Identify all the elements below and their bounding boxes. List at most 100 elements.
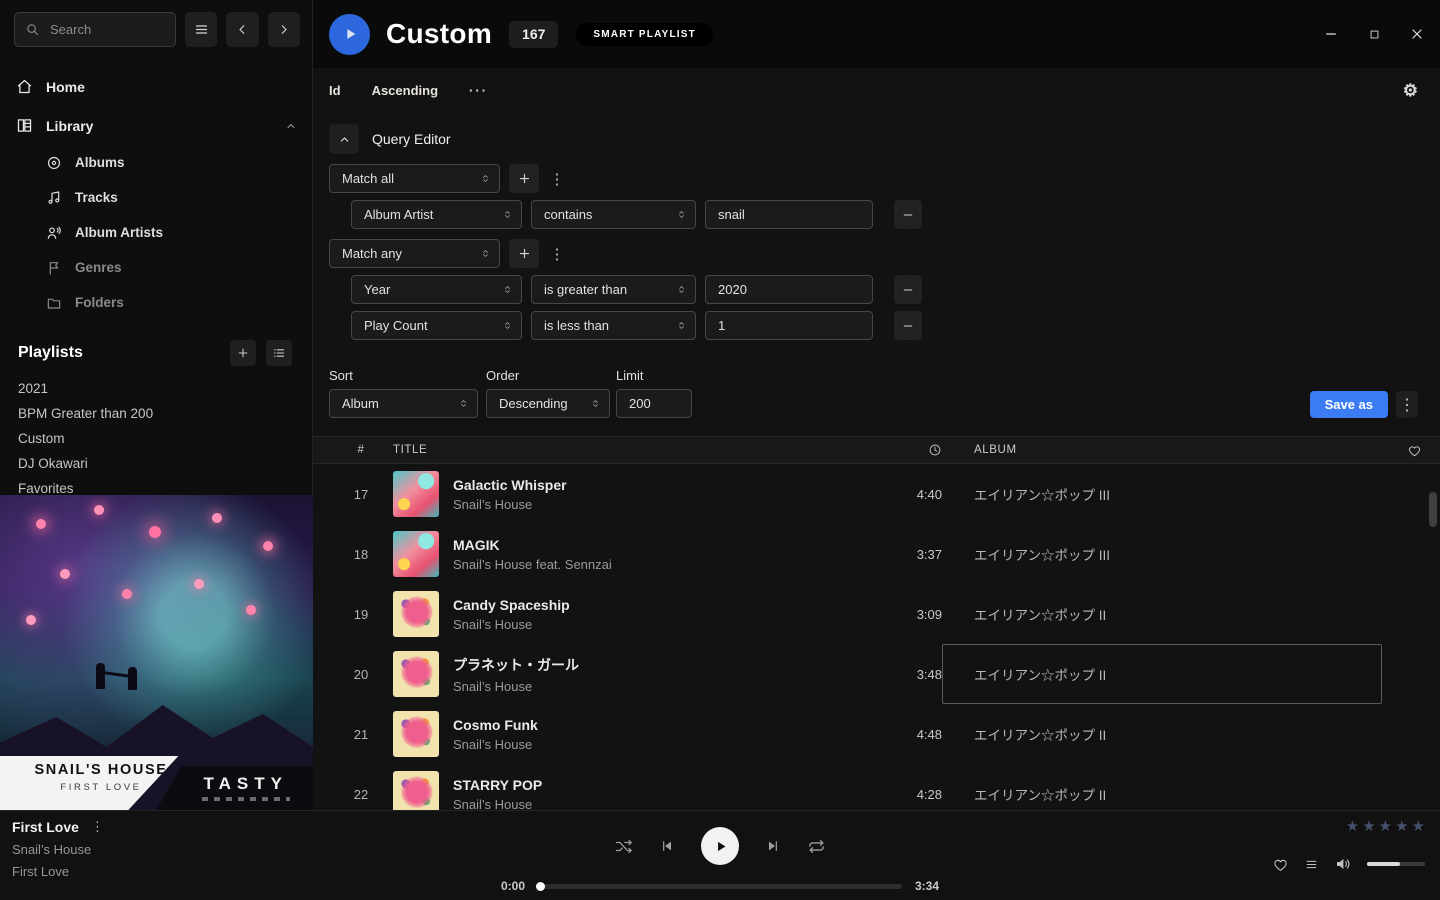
sort-direction-button[interactable]: Ascending (372, 83, 438, 98)
volume-icon[interactable] (1334, 855, 1352, 873)
remove-rule-button[interactable] (894, 200, 922, 229)
track-album[interactable]: エイリアン☆ポップ III (974, 544, 1110, 564)
track-title[interactable]: プラネット・ガール (453, 655, 579, 675)
order-select[interactable]: Descending (486, 389, 610, 418)
menu-button[interactable] (185, 12, 217, 47)
remove-rule-button[interactable] (894, 311, 922, 340)
repeat-button[interactable] (807, 837, 826, 856)
playlist-item[interactable]: Custom (18, 426, 294, 451)
nav-back-button[interactable] (226, 12, 258, 47)
rule-value-input[interactable] (705, 200, 873, 229)
limit-input[interactable] (616, 389, 692, 418)
column-header-index[interactable]: # (329, 444, 393, 456)
column-header-title[interactable]: TITLE (393, 444, 878, 456)
play-playlist-button[interactable] (329, 14, 370, 55)
save-options-button[interactable]: ⋮ (1396, 391, 1418, 418)
track-artist[interactable]: Snail’s House (453, 737, 538, 752)
track-artist[interactable]: Snail’s House feat. Sennzai (453, 557, 612, 572)
next-track-button[interactable] (765, 838, 781, 854)
window-maximize-button[interactable] (1366, 26, 1382, 42)
sidebar-item-folders[interactable]: Folders (46, 285, 298, 320)
star-icon[interactable]: ★ (1412, 817, 1425, 835)
save-as-button[interactable]: Save as (1310, 391, 1388, 418)
sort-field-button[interactable]: Id (329, 83, 341, 98)
volume-slider[interactable] (1367, 862, 1425, 866)
sidebar-item-album-artists[interactable]: Album Artists (46, 215, 298, 250)
playlist-list-button[interactable] (266, 340, 292, 366)
table-row[interactable]: 20 プラネット・ガール Snail’s House 3:48 エイリアン☆ポッ… (313, 644, 1440, 704)
queue-button[interactable] (1304, 857, 1319, 872)
rule-field-select[interactable]: Year (351, 275, 522, 304)
rating-stars[interactable]: ★★★★★ (1346, 817, 1425, 835)
rule-field-select[interactable]: Play Count (351, 311, 522, 340)
rule-operator-select[interactable]: is less than (531, 311, 696, 340)
star-icon[interactable]: ★ (1362, 817, 1375, 835)
window-minimize-button[interactable] (1323, 26, 1339, 42)
query-editor-collapse-button[interactable] (329, 124, 359, 154)
track-artist[interactable]: Snail’s House (453, 497, 567, 512)
track-album[interactable]: エイリアン☆ポップ III (974, 484, 1110, 504)
search-input[interactable] (14, 12, 176, 47)
track-artist[interactable]: Snail’s House (453, 679, 579, 694)
window-close-button[interactable] (1409, 26, 1425, 42)
match-any-select[interactable]: Match any (329, 239, 500, 268)
column-header-album[interactable]: ALBUM (942, 437, 1382, 463)
add-rule-button[interactable] (509, 239, 539, 268)
track-album[interactable]: エイリアン☆ポップ II (974, 724, 1106, 744)
table-row[interactable]: 21 Cosmo Funk Snail’s House 4:48 エイリアン☆ポ… (313, 704, 1440, 764)
table-row[interactable]: 17 Galactic Whisper Snail’s House 4:40 エ… (313, 464, 1440, 524)
column-header-favorite[interactable] (1382, 443, 1422, 458)
sidebar-item-library[interactable]: Library (16, 106, 298, 145)
previous-track-button[interactable] (659, 838, 675, 854)
playlist-item[interactable]: DJ Okawari (18, 451, 294, 476)
track-title[interactable]: Candy Spaceship (453, 597, 570, 613)
track-album[interactable]: エイリアン☆ポップ II (974, 784, 1106, 804)
star-icon[interactable]: ★ (1346, 817, 1359, 835)
star-icon[interactable]: ★ (1395, 817, 1408, 835)
order-label: Order (486, 368, 610, 383)
track-album[interactable]: エイリアン☆ポップ II (974, 664, 1106, 684)
track-title[interactable]: MAGIK (453, 537, 612, 553)
table-row[interactable]: 19 Candy Spaceship Snail’s House 3:09 エイ… (313, 584, 1440, 644)
group-options-button[interactable]: ⋮ (548, 239, 566, 268)
sidebar-item-albums[interactable]: Albums (46, 145, 298, 180)
rule-operator-select[interactable]: contains (531, 200, 696, 229)
rule-value-input[interactable] (705, 275, 873, 304)
add-playlist-button[interactable] (230, 340, 256, 366)
nav-forward-button[interactable] (268, 12, 300, 47)
collapse-caret-icon[interactable] (284, 119, 298, 133)
group-options-button[interactable]: ⋮ (548, 164, 566, 193)
now-playing-album[interactable]: First Love (12, 864, 104, 879)
sidebar-item-tracks[interactable]: Tracks (46, 180, 298, 215)
seek-bar[interactable] (538, 884, 902, 889)
favorite-button[interactable] (1272, 856, 1289, 873)
rule-field-select[interactable]: Album Artist (351, 200, 522, 229)
scrollbar-thumb[interactable] (1429, 492, 1437, 527)
star-icon[interactable]: ★ (1379, 817, 1392, 835)
minus-icon (901, 319, 915, 333)
seek-handle[interactable] (536, 882, 545, 891)
gear-icon[interactable]: ⚙ (1403, 82, 1418, 99)
column-header-duration[interactable] (878, 443, 942, 457)
sort-select[interactable]: Album (329, 389, 478, 418)
table-row[interactable]: 18 MAGIK Snail’s House feat. Sennzai 3:3… (313, 524, 1440, 584)
playlist-item[interactable]: BPM Greater than 200 (18, 401, 294, 426)
track-album[interactable]: エイリアン☆ポップ II (974, 604, 1106, 624)
rule-operator-select[interactable]: is greater than (531, 275, 696, 304)
playlist-item[interactable]: 2021 (18, 376, 294, 401)
more-options-button[interactable]: ··· (469, 83, 488, 98)
play-pause-button[interactable] (701, 827, 739, 865)
shuffle-button[interactable] (614, 837, 633, 856)
match-all-select[interactable]: Match all (329, 164, 500, 193)
add-rule-button[interactable] (509, 164, 539, 193)
sidebar-item-home[interactable]: Home (16, 67, 298, 106)
track-title[interactable]: STARRY POP (453, 777, 542, 793)
search-field[interactable] (48, 21, 148, 38)
sidebar-item-genres[interactable]: Genres (46, 250, 298, 285)
remove-rule-button[interactable] (894, 275, 922, 304)
track-artist[interactable]: Snail’s House (453, 617, 570, 632)
track-title[interactable]: Cosmo Funk (453, 717, 538, 733)
rule-value-input[interactable] (705, 311, 873, 340)
track-title[interactable]: Galactic Whisper (453, 477, 567, 493)
albums-label: Albums (75, 155, 125, 170)
